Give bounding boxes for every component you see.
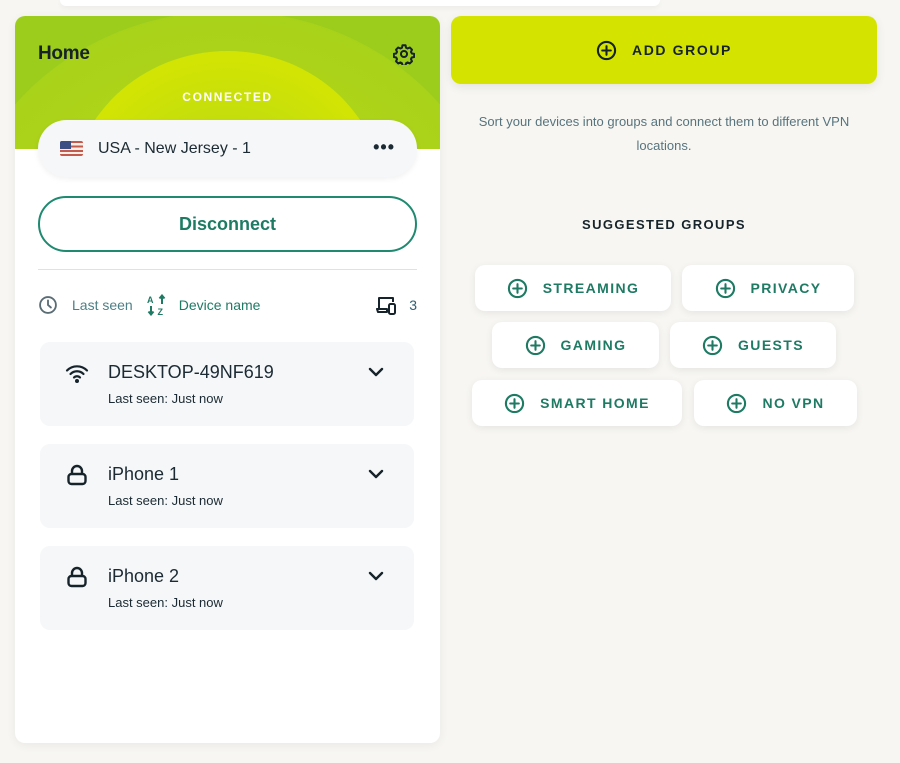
device-count: 3: [376, 295, 417, 315]
suggested-group-smart-home[interactable]: SMART HOME: [472, 380, 682, 426]
divider: [38, 269, 417, 270]
device-name: iPhone 1: [108, 464, 180, 484]
suggested-group-privacy[interactable]: PRIVACY: [682, 265, 854, 311]
suggested-group-label: GUESTS: [738, 337, 804, 353]
chevron-down-icon[interactable]: [368, 366, 384, 378]
chevron-down-icon[interactable]: [368, 468, 384, 480]
devices-icon: [376, 297, 397, 315]
suggested-group-label: SMART HOME: [540, 395, 650, 411]
sort-az-icon: A Z: [147, 294, 165, 316]
page-title: Home: [38, 43, 90, 64]
device-name: DESKTOP-49NF619: [108, 362, 274, 382]
suggested-group-label: STREAMING: [542, 280, 640, 296]
device-item[interactable]: DESKTOP-49NF619 Last seen: Just now: [40, 342, 414, 426]
suggested-groups-title: SUGGESTED GROUPS: [582, 217, 746, 232]
suggested-group-label: GAMING: [560, 337, 627, 353]
clock-icon: [39, 296, 57, 314]
plus-circle-icon: [727, 393, 747, 413]
sort-device-name[interactable]: A Z Device name: [147, 294, 261, 316]
settings-gear-icon[interactable]: [392, 43, 416, 67]
us-flag-icon: [60, 141, 83, 156]
suggested-group-gaming[interactable]: GAMING: [492, 322, 659, 368]
plus-circle-icon: [525, 335, 545, 355]
top-strip: [60, 0, 660, 6]
device-item[interactable]: iPhone 1 Last seen: Just now: [40, 444, 414, 528]
suggested-group-guests[interactable]: GUESTS: [670, 322, 836, 368]
add-group-button[interactable]: ADD GROUP: [451, 16, 877, 84]
plus-circle-icon: [505, 393, 525, 413]
connection-status: CONNECTED: [182, 90, 273, 104]
plus-circle-icon: [507, 278, 527, 298]
device-item[interactable]: iPhone 2 Last seen: Just now: [40, 546, 414, 630]
sort-device-name-label: Device name: [178, 297, 261, 313]
svg-text:Z: Z: [157, 307, 163, 316]
plus-circle-icon: [596, 40, 617, 60]
device-name: iPhone 2: [108, 566, 180, 586]
more-options-icon[interactable]: •••: [373, 138, 395, 156]
sort-last-seen-label: Last seen: [72, 297, 133, 313]
lock-icon: [67, 566, 87, 588]
device-count-value: 3: [409, 297, 417, 313]
sort-last-seen[interactable]: Last seen: [38, 295, 133, 315]
location-selector[interactable]: USA - New Jersey - 1 •••: [38, 120, 417, 177]
svg-text:A: A: [147, 295, 154, 305]
plus-circle-icon: [715, 278, 735, 298]
suggested-group-label: NO VPN: [762, 395, 825, 411]
suggested-group-streaming[interactable]: STREAMING: [475, 265, 671, 311]
add-group-label: ADD GROUP: [632, 42, 732, 58]
plus-circle-icon: [702, 335, 723, 355]
device-last-seen: Last seen: Just now: [108, 493, 223, 508]
disconnect-button[interactable]: Disconnect: [38, 196, 417, 252]
groups-description: Sort your devices into groups and connec…: [478, 114, 850, 153]
lock-icon: [67, 464, 87, 486]
device-last-seen: Last seen: Just now: [108, 391, 223, 406]
device-sort-bar: Last seen A Z Device name 3: [38, 294, 417, 316]
location-name: USA - New Jersey - 1: [98, 139, 251, 157]
suggested-group-no-vpn[interactable]: NO VPN: [694, 380, 857, 426]
home-panel: Home CONNECTED USA - New Jersey - 1 ••• …: [15, 16, 440, 743]
chevron-down-icon[interactable]: [368, 570, 384, 582]
device-last-seen: Last seen: Just now: [108, 595, 223, 610]
suggested-group-label: PRIVACY: [750, 280, 822, 296]
wifi-icon: [65, 365, 89, 384]
